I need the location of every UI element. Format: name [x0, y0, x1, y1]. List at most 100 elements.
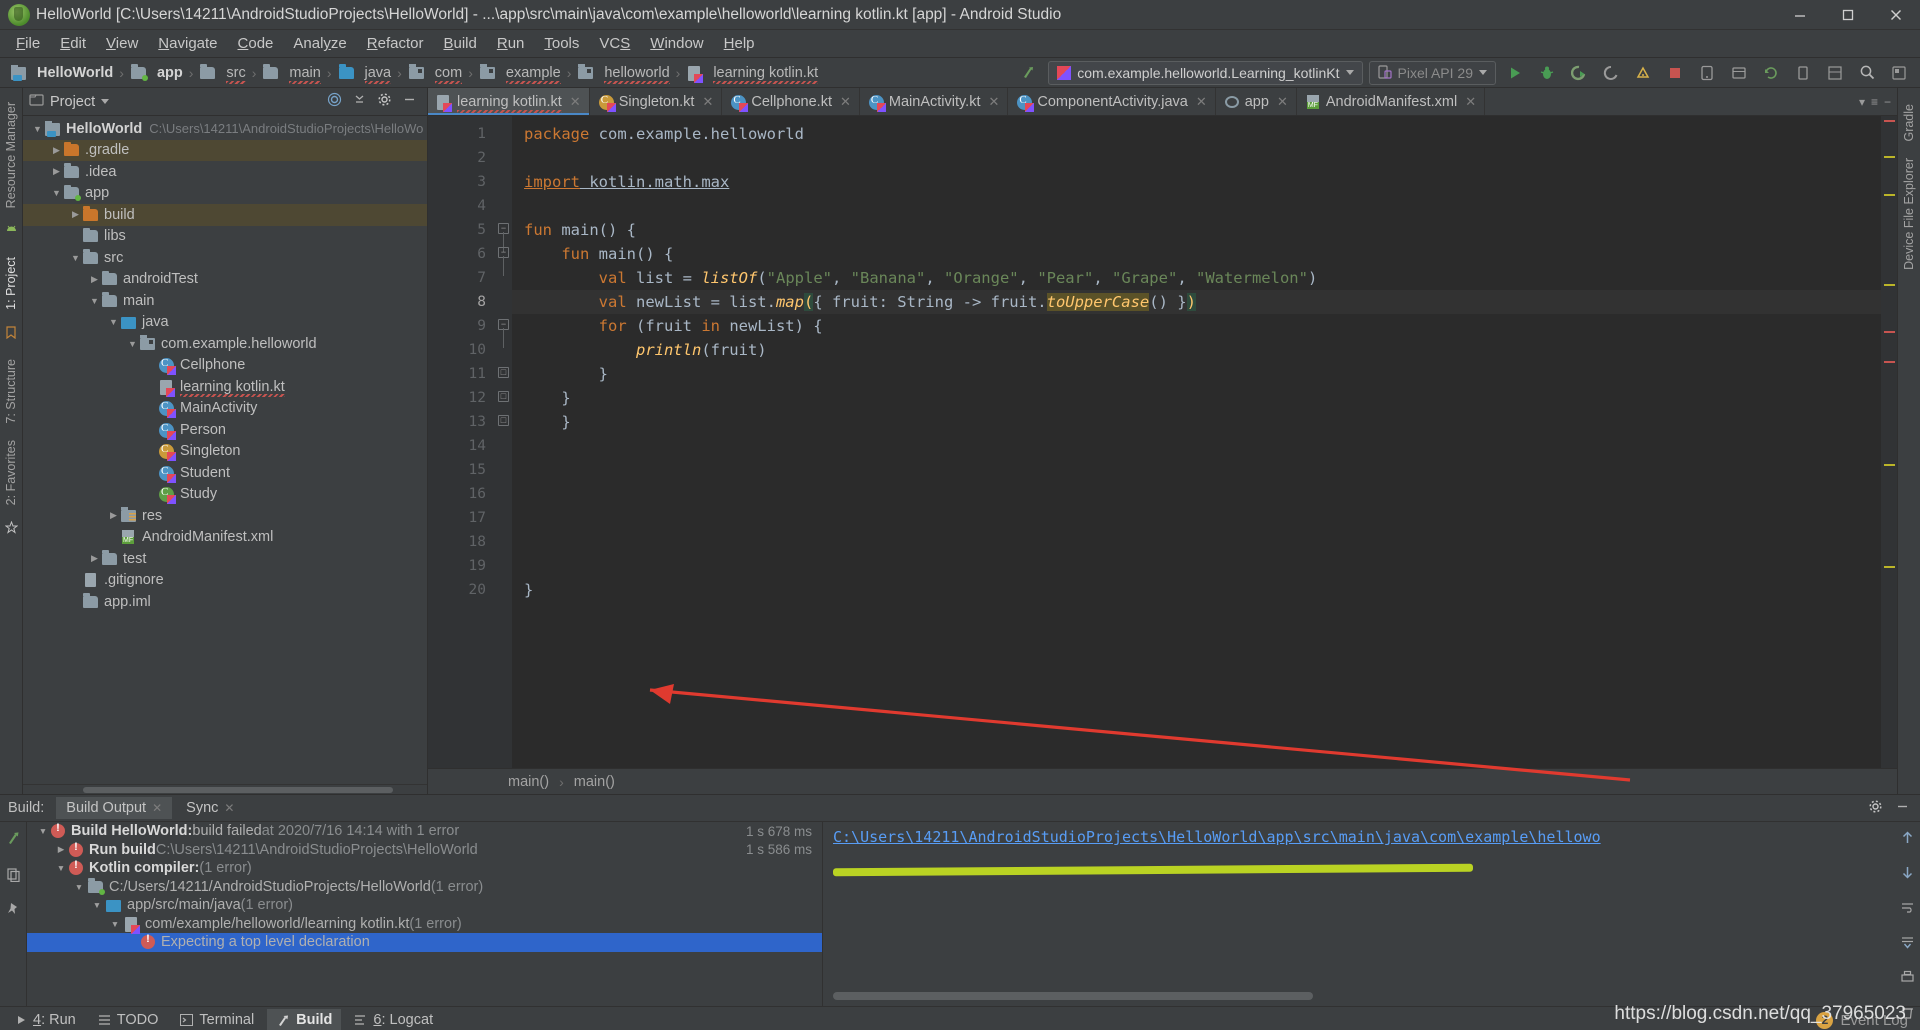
build-console[interactable]: C:\Users\14211\AndroidStudioProjects\Hel…	[822, 822, 1894, 1006]
code-line[interactable]: package com.example.helloworld	[512, 122, 1881, 146]
search-everywhere-button[interactable]	[1854, 61, 1880, 85]
build-output-row[interactable]: ▼ app/src/main/java (1 error)	[27, 896, 822, 915]
close-icon[interactable]: ✕	[152, 801, 162, 815]
hide-panel-icon[interactable]	[1895, 799, 1910, 818]
editor-tab-cellphone-kt[interactable]: Cellphone.kt ✕	[722, 88, 860, 115]
run-configuration-selector[interactable]: com.example.helloworld.Learning_kotlinKt	[1048, 60, 1363, 85]
stop-button[interactable]	[1662, 61, 1688, 85]
code-content[interactable]: package com.example.helloworld import ko…	[512, 116, 1881, 768]
build-output-tree[interactable]: ▼ Build HelloWorld: build failed at 2020/…	[27, 822, 822, 1006]
warning-stripe[interactable]	[1884, 284, 1895, 286]
menu-navigate[interactable]: Navigate	[148, 32, 227, 55]
breadcrumb-main[interactable]: main	[260, 64, 322, 84]
minimize-button[interactable]	[1776, 0, 1824, 30]
fold-marker[interactable]	[496, 122, 512, 146]
menu-code[interactable]: Code	[228, 32, 284, 55]
tree-node[interactable]: Person	[23, 419, 427, 441]
tree-node[interactable]: Student	[23, 462, 427, 484]
breadcrumb-app[interactable]: app	[128, 64, 185, 81]
tool-button-run[interactable]: 4: Run	[6, 1009, 85, 1030]
code-line[interactable]: }	[512, 386, 1881, 410]
tab-sync[interactable]: Sync ✕	[176, 797, 244, 819]
tree-expand-arrow[interactable]: ▶	[88, 274, 101, 285]
make-project-button[interactable]	[1016, 61, 1042, 85]
tree-node[interactable]: learning kotlin.kt	[23, 376, 427, 398]
tree-node[interactable]: MF AndroidManifest.xml	[23, 527, 427, 549]
editor-tab-strip[interactable]: learning kotlin.kt✕Singleton.kt✕Cellphon…	[428, 88, 1897, 116]
editor-tab-componentactivity-java[interactable]: ComponentActivity.java ✕	[1008, 88, 1216, 115]
fold-marker[interactable]: −	[496, 242, 512, 276]
code-line[interactable]	[512, 458, 1881, 482]
fold-marker[interactable]	[496, 554, 512, 578]
code-line[interactable]	[512, 506, 1881, 530]
tree-node[interactable]: ▶ test	[23, 548, 427, 570]
fold-marker[interactable]	[496, 194, 512, 218]
breadcrumb-src[interactable]: src	[197, 64, 247, 84]
tree-node[interactable]: ▼ app	[23, 183, 427, 205]
tree-expand-arrow[interactable]: ▼	[69, 253, 82, 263]
editor-tab-overflow[interactable]: ▾ ≡ −	[1859, 88, 1897, 115]
build-expand-arrow[interactable]: ▼	[71, 882, 87, 892]
breadcrumb-main-outer[interactable]: main()	[508, 774, 549, 790]
line-number[interactable]: 2	[428, 146, 496, 170]
avd-device-button[interactable]	[1790, 61, 1816, 85]
code-line[interactable]: }	[512, 410, 1881, 434]
code-line[interactable]	[512, 530, 1881, 554]
tree-node[interactable]: ▶ .gradle	[23, 139, 427, 161]
menu-run[interactable]: Run	[487, 32, 535, 55]
tree-expand-arrow[interactable]: ▶	[50, 145, 63, 156]
tree-expand-arrow[interactable]: ▼	[126, 339, 139, 349]
line-number[interactable]: 4	[428, 194, 496, 218]
line-number[interactable]: 8	[428, 290, 496, 314]
tree-node[interactable]: app.iml	[23, 591, 427, 613]
editor-tab-singleton-kt[interactable]: Singleton.kt ✕	[590, 88, 723, 115]
build-expand-arrow[interactable]: ▶	[53, 844, 69, 855]
line-number[interactable]: 13	[428, 410, 496, 434]
code-line[interactable]: fun main() {	[512, 242, 1881, 266]
menu-tools[interactable]: Tools	[534, 32, 589, 55]
build-expand-arrow[interactable]: ▼	[35, 826, 51, 836]
line-number[interactable]: 20	[428, 578, 496, 602]
warning-stripe[interactable]	[1884, 464, 1895, 466]
tree-node[interactable]: MainActivity	[23, 398, 427, 420]
fold-marker[interactable]	[496, 482, 512, 506]
tree-expand-arrow[interactable]: ▶	[88, 553, 101, 564]
sidebar-tab-favorites[interactable]: 2: Favorites	[2, 432, 20, 513]
layout-inspector-button[interactable]	[1822, 61, 1848, 85]
tool-button-logcat[interactable]: 6: Logcat	[345, 1009, 442, 1030]
fold-marker[interactable]	[496, 506, 512, 530]
line-number[interactable]: 17	[428, 506, 496, 530]
code-line[interactable]: for (fruit in newList) {	[512, 314, 1881, 338]
locate-icon[interactable]	[327, 92, 342, 111]
sidebar-tab-structure[interactable]: 7: Structure	[2, 351, 20, 432]
code-line[interactable]: val newList = list.map({ fruit: String -…	[512, 290, 1881, 314]
tree-node[interactable]: libs	[23, 226, 427, 248]
tree-expand-arrow[interactable]: ▼	[31, 124, 44, 134]
line-number-gutter[interactable]: 1 2 3 4 5 6 7 8 9 10 11 12 13 14 15 16 17 18 19 20	[428, 116, 496, 768]
close-icon[interactable]: ✕	[988, 94, 999, 110]
fold-marker[interactable]	[496, 578, 512, 602]
line-number[interactable]: 11	[428, 362, 496, 386]
fold-marker[interactable]	[496, 170, 512, 194]
fold-marker[interactable]	[496, 266, 512, 290]
fold-brace-icon[interactable]: □	[498, 367, 509, 378]
close-icon[interactable]: ✕	[1465, 94, 1476, 110]
error-stripe-marker-bar[interactable]	[1881, 116, 1897, 768]
sidebar-tab-device-file-explorer[interactable]: Device File Explorer	[1900, 150, 1918, 278]
line-number[interactable]: 5	[428, 218, 496, 242]
line-number[interactable]: 10	[428, 338, 496, 362]
menu-vcs[interactable]: VCS	[589, 32, 640, 55]
build-output-row[interactable]: ▼ Kotlin compiler: (1 error)	[27, 859, 822, 878]
maximize-button[interactable]	[1824, 0, 1872, 30]
sidebar-tab-gradle[interactable]: Gradle	[1900, 96, 1918, 150]
sdk-manager-button[interactable]	[1726, 61, 1752, 85]
line-number[interactable]: 15	[428, 458, 496, 482]
profile-button[interactable]	[1598, 61, 1624, 85]
gear-icon[interactable]	[377, 92, 392, 111]
editor-tab-learning-kotlin-kt[interactable]: learning kotlin.kt ✕	[428, 88, 590, 115]
tree-node[interactable]: ▼ HelloWorld C:\Users\14211\AndroidStudioP…	[23, 118, 427, 140]
fold-marker[interactable]: □	[496, 362, 512, 386]
close-button[interactable]	[1872, 0, 1920, 30]
line-number[interactable]: 6	[428, 242, 496, 266]
run-button[interactable]	[1502, 61, 1528, 85]
